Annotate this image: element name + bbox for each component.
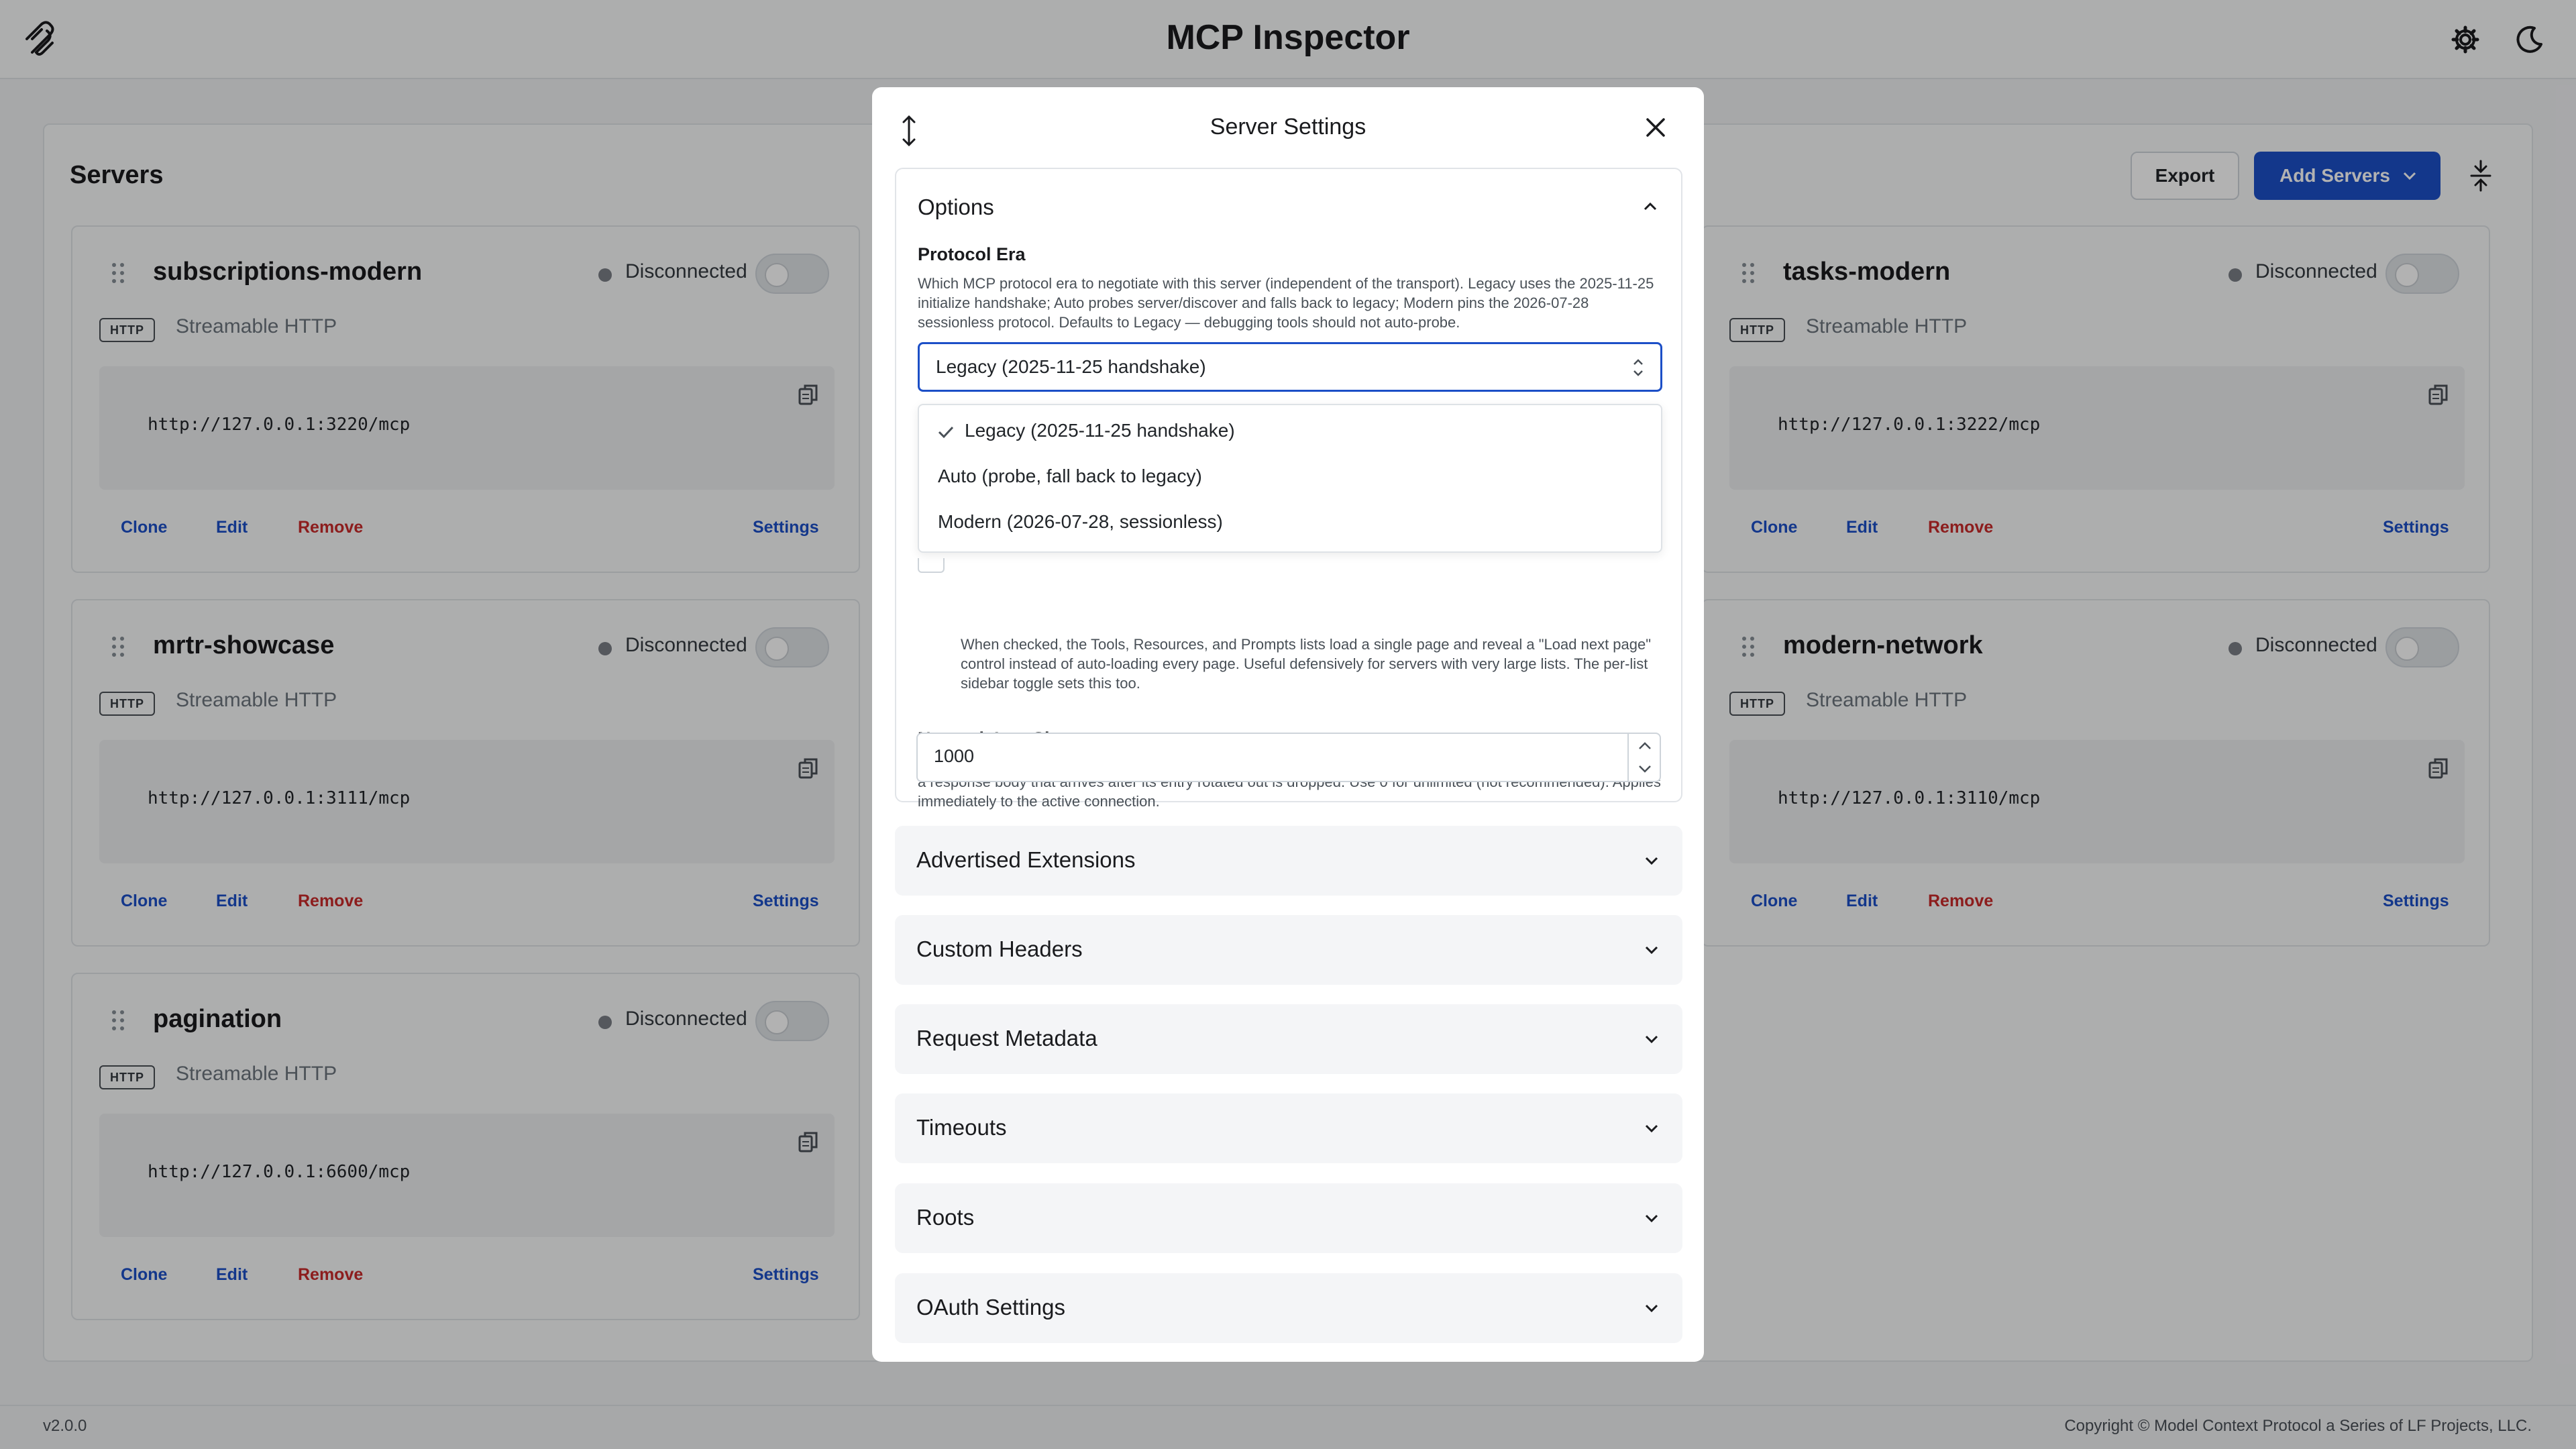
option-label: Modern (2026-07-28, sessionless) (938, 511, 1223, 532)
section-advertised-extensions[interactable]: Advertised Extensions (895, 826, 1682, 896)
protocol-era-description: Which MCP protocol era to negotiate with… (918, 275, 1654, 331)
chevron-down-icon (1645, 1214, 1658, 1223)
section-title: Request Metadata (916, 1026, 1097, 1051)
chevron-down-icon (1645, 1124, 1658, 1133)
number-stepper[interactable] (1627, 734, 1660, 781)
option-legacy[interactable]: Legacy (2025-11-25 handshake) (938, 420, 1235, 441)
option-modern[interactable]: Modern (2026-07-28, sessionless) (938, 511, 1223, 533)
chevron-down-icon (1645, 1035, 1658, 1044)
selector-icon (1633, 359, 1643, 376)
close-icon[interactable] (1644, 115, 1668, 140)
options-section-title[interactable]: Options (918, 195, 994, 220)
protocol-era-dropdown: Legacy (2025-11-25 handshake) Auto (prob… (918, 404, 1662, 553)
network-log-size-input[interactable]: 1000 (916, 733, 1661, 782)
pagination-description: When checked, the Tools, Resources, and … (961, 636, 1652, 692)
option-label: Auto (probe, fall back to legacy) (938, 466, 1202, 486)
section-timeouts[interactable]: Timeouts (895, 1093, 1682, 1163)
section-title: Roots (916, 1205, 975, 1230)
protocol-era-select[interactable]: Legacy (2025-11-25 handshake) (918, 342, 1662, 392)
option-auto[interactable]: Auto (probe, fall back to legacy) (938, 466, 1202, 487)
check-icon (938, 426, 954, 439)
protocol-era-label: Protocol Era (918, 244, 1026, 264)
chevron-up-icon[interactable] (1641, 197, 1660, 216)
server-settings-modal: Server Settings Options Protocol Era Whi… (872, 87, 1704, 1362)
decrement-icon[interactable] (1637, 763, 1653, 774)
pagination-checkbox[interactable] (918, 558, 945, 573)
option-label: Legacy (2025-11-25 handshake) (965, 420, 1235, 441)
section-title: Advertised Extensions (916, 847, 1136, 872)
section-request-metadata[interactable]: Request Metadata (895, 1004, 1682, 1074)
network-log-size-value: 1000 (934, 746, 975, 766)
section-custom-headers[interactable]: Custom Headers (895, 915, 1682, 985)
section-title: OAuth Settings (916, 1295, 1065, 1320)
options-section: Options Protocol Era Which MCP protocol … (895, 168, 1682, 810)
increment-icon[interactable] (1637, 741, 1653, 751)
protocol-era-selected: Legacy (2025-11-25 handshake) (936, 356, 1206, 377)
section-title: Timeouts (916, 1115, 1007, 1140)
chevron-down-icon (1645, 857, 1658, 865)
chevron-down-icon (1645, 946, 1658, 955)
chevron-down-icon (1645, 1304, 1658, 1313)
section-oauth-settings[interactable]: OAuth Settings (895, 1273, 1682, 1343)
section-title: Custom Headers (916, 936, 1083, 961)
section-roots[interactable]: Roots (895, 1183, 1682, 1253)
modal-title: Server Settings (1210, 114, 1366, 140)
